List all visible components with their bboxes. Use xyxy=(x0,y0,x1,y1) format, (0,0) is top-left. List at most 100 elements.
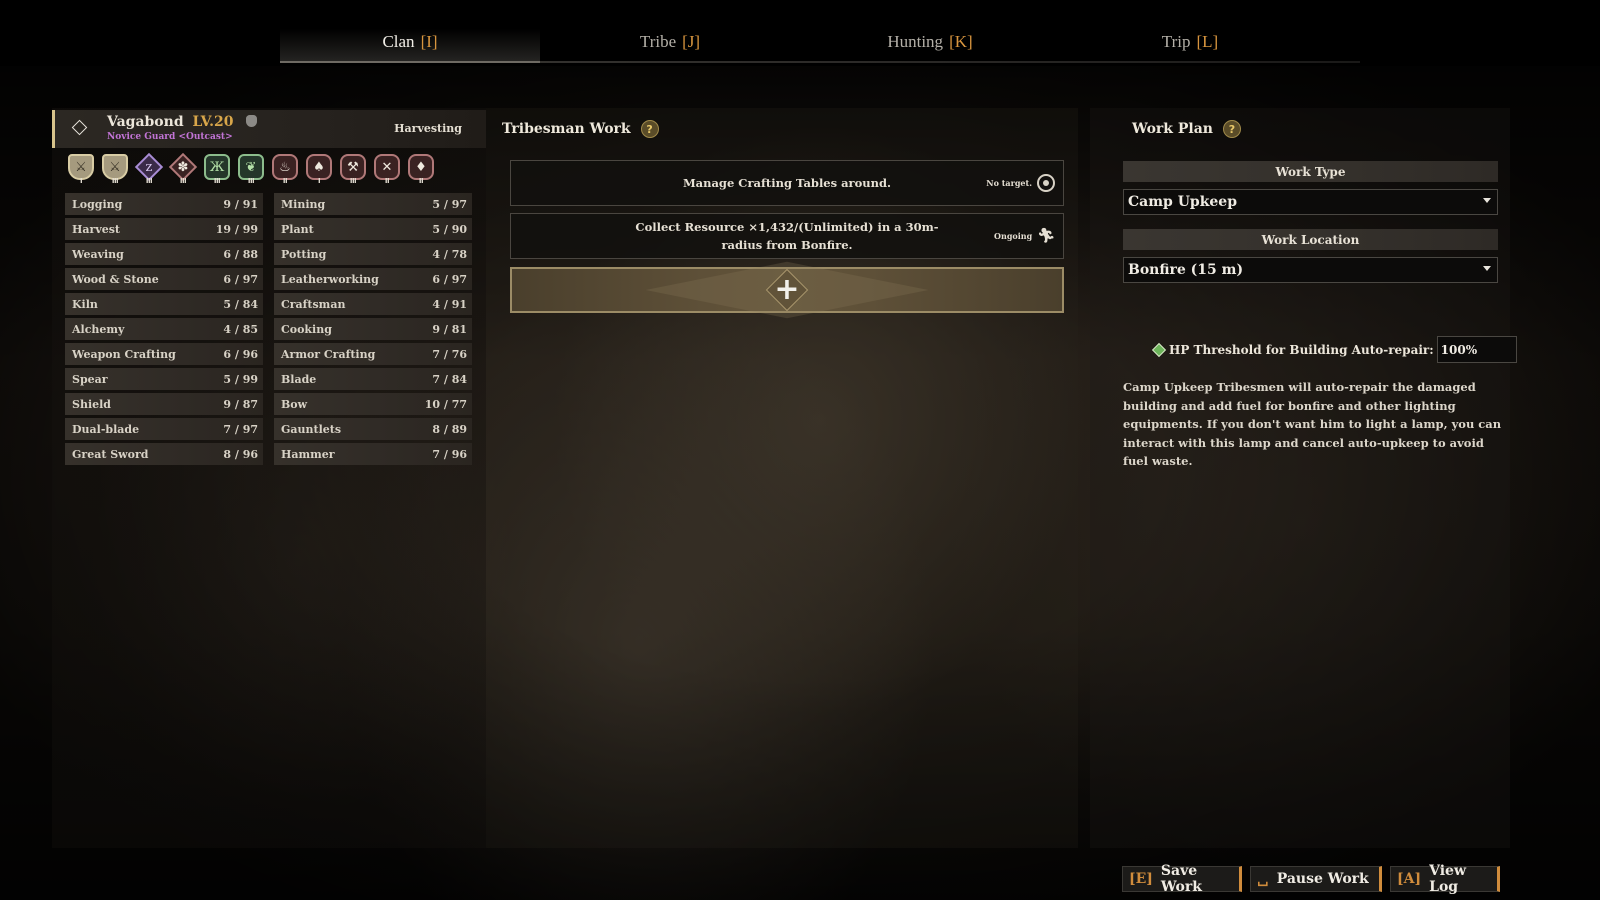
skill-name: Weaving xyxy=(72,247,124,261)
chevron-down-icon xyxy=(1483,198,1491,203)
leaf-icon[interactable]: ❦ III xyxy=(236,150,266,185)
skill-name: Gauntlets xyxy=(281,422,342,436)
button-label: Pause Work xyxy=(1276,871,1369,887)
crossed-swords-icon[interactable]: ✕ II xyxy=(372,150,402,185)
skill-value: 6 / 97 xyxy=(432,272,467,286)
character-level: LV.20 xyxy=(192,114,234,130)
skill-value: 19 / 99 xyxy=(215,222,258,236)
skill-name: Weapon Crafting xyxy=(72,347,176,361)
work-type-dropdown[interactable]: Camp Upkeep xyxy=(1123,189,1498,215)
help-icon[interactable]: ? xyxy=(640,120,659,138)
character-status: Harvesting xyxy=(394,122,462,135)
skill-row: Plant 5 / 90 xyxy=(274,218,472,240)
skill-value: 4 / 85 xyxy=(223,322,258,336)
skill-value: 7 / 76 xyxy=(432,347,467,361)
badge-glyph: ⚒ xyxy=(347,159,359,175)
help-icon[interactable]: ? xyxy=(1222,120,1241,138)
view-log-button[interactable]: [A] View Log xyxy=(1390,863,1500,895)
tab-tribe[interactable]: Tribe [J] xyxy=(540,20,800,63)
button-label: Save Work xyxy=(1160,863,1202,895)
shield-sword-icon[interactable]: ⚔ I xyxy=(66,150,96,185)
skill-value: 4 / 78 xyxy=(432,247,467,261)
hp-threshold-label: HP Threshold for Building Auto-repair: xyxy=(1169,342,1434,357)
skill-name: Mining xyxy=(281,197,326,211)
hp-threshold-input[interactable] xyxy=(1436,336,1517,363)
badge-rank: III xyxy=(349,177,357,185)
spacebar-icon: ␣ xyxy=(1257,871,1269,887)
skill-value: 5 / 97 xyxy=(432,197,467,211)
tab-label: Tribe xyxy=(639,31,677,51)
tab-label: Hunting xyxy=(887,31,944,51)
skill-value: 5 / 84 xyxy=(223,297,258,311)
skill-name: Wood & Stone xyxy=(72,272,159,286)
skill-value: 9 / 81 xyxy=(432,322,467,336)
badge-rank: III xyxy=(247,177,255,185)
dropdown-value: Camp Upkeep xyxy=(1128,194,1237,210)
skill-row: Alchemy 4 / 85 xyxy=(65,318,263,340)
skill-value: 7 / 84 xyxy=(432,372,467,386)
status-text: No target. xyxy=(986,178,1032,188)
paw-icon[interactable]: ✽ III xyxy=(168,150,198,185)
work-task-text: Collect Resource ×1,432/(Unlimited) in a… xyxy=(635,220,939,252)
skill-row: Mining 5 / 97 xyxy=(274,193,472,215)
badge-rank: II xyxy=(384,177,390,185)
character-name: Vagabond xyxy=(107,114,184,130)
badge-glyph: ♨ xyxy=(279,159,291,175)
save-work-button[interactable]: [E] Save Work xyxy=(1122,863,1242,895)
badge-rank: I xyxy=(317,177,321,185)
bottom-action-bar: [E] Save Work ␣ Pause Work [A] View Log xyxy=(1122,863,1500,895)
status-text: Ongoing xyxy=(994,231,1033,241)
skill-row: Logging 9 / 91 xyxy=(65,193,263,215)
character-name-row: Vagabond LV.20 xyxy=(107,114,258,130)
button-label: View Log xyxy=(1429,863,1467,895)
shield-sword-icon[interactable]: ⚔ III xyxy=(100,150,130,185)
skill-name: Blade xyxy=(281,372,317,386)
skill-row: Harvest 19 / 99 xyxy=(65,218,263,240)
work-location-dropdown[interactable]: Bonfire (15 m) xyxy=(1123,257,1498,283)
pause-work-button[interactable]: ␣ Pause Work xyxy=(1250,866,1382,892)
plus-icon: + xyxy=(774,271,800,307)
hotkey-label: [E] xyxy=(1129,871,1153,887)
badge-glyph: ♦ xyxy=(415,159,427,175)
hp-threshold-row: HP Threshold for Building Auto-repair: xyxy=(1150,336,1517,363)
skill-row: Leatherworking 6 / 97 xyxy=(274,268,472,290)
add-task-button[interactable]: + xyxy=(510,261,1064,319)
hammer-icon[interactable]: ⚒ III xyxy=(338,150,368,185)
skill-row: Blade 7 / 84 xyxy=(274,368,472,390)
grasp-icon[interactable]: Ж III xyxy=(202,150,232,185)
target-icon xyxy=(1037,174,1055,192)
potion-icon[interactable]: ♨ II xyxy=(270,150,300,185)
work-plan-title: Work Plan ? xyxy=(1132,120,1241,138)
sword-upgrade-icon[interactable]: ♦ II xyxy=(406,150,436,185)
skill-row: Hammer 7 / 96 xyxy=(274,443,472,465)
tab-label: Trip xyxy=(1161,31,1191,51)
badge-rank: I xyxy=(79,177,83,185)
skill-name: Bow xyxy=(281,397,308,411)
work-type-label: Work Type xyxy=(1123,161,1498,182)
skill-row: Craftsman 4 / 91 xyxy=(274,293,472,315)
skill-value: 5 / 90 xyxy=(432,222,467,236)
skill-name: Dual-blade xyxy=(72,422,140,436)
skill-row: Great Sword 8 / 96 xyxy=(65,443,263,465)
work-task-card[interactable]: Manage Crafting Tables around. No target… xyxy=(510,160,1064,206)
tab-hunting[interactable]: Hunting [K] xyxy=(800,20,1060,63)
work-task-card[interactable]: Collect Resource ×1,432/(Unlimited) in a… xyxy=(510,213,1064,259)
character-header[interactable]: Vagabond LV.20 Novice Guard <Outcast> Ha… xyxy=(52,110,486,148)
tab-clan[interactable]: Clan [I] xyxy=(280,20,540,63)
skill-name: Spear xyxy=(72,372,108,386)
skill-name: Potting xyxy=(281,247,327,261)
badge-rank: II xyxy=(282,177,288,185)
skill-name: Great Sword xyxy=(72,447,149,461)
skill-row: Shield 9 / 87 xyxy=(65,393,263,415)
skill-row: Potting 4 / 78 xyxy=(274,243,472,265)
sleeping-person-icon[interactable]: z III xyxy=(134,150,164,185)
badge-rank: II xyxy=(418,177,424,185)
tab-trip[interactable]: Trip [L] xyxy=(1060,20,1320,63)
skill-value: 6 / 88 xyxy=(223,247,258,261)
character-title: Novice Guard <Outcast> xyxy=(107,132,233,142)
tab-hotkey: [J] xyxy=(682,31,701,51)
skill-name: Plant xyxy=(281,222,314,236)
skill-value: 7 / 97 xyxy=(223,422,258,436)
meat-icon[interactable]: ♠ I xyxy=(304,150,334,185)
badge-rank: III xyxy=(111,177,119,185)
